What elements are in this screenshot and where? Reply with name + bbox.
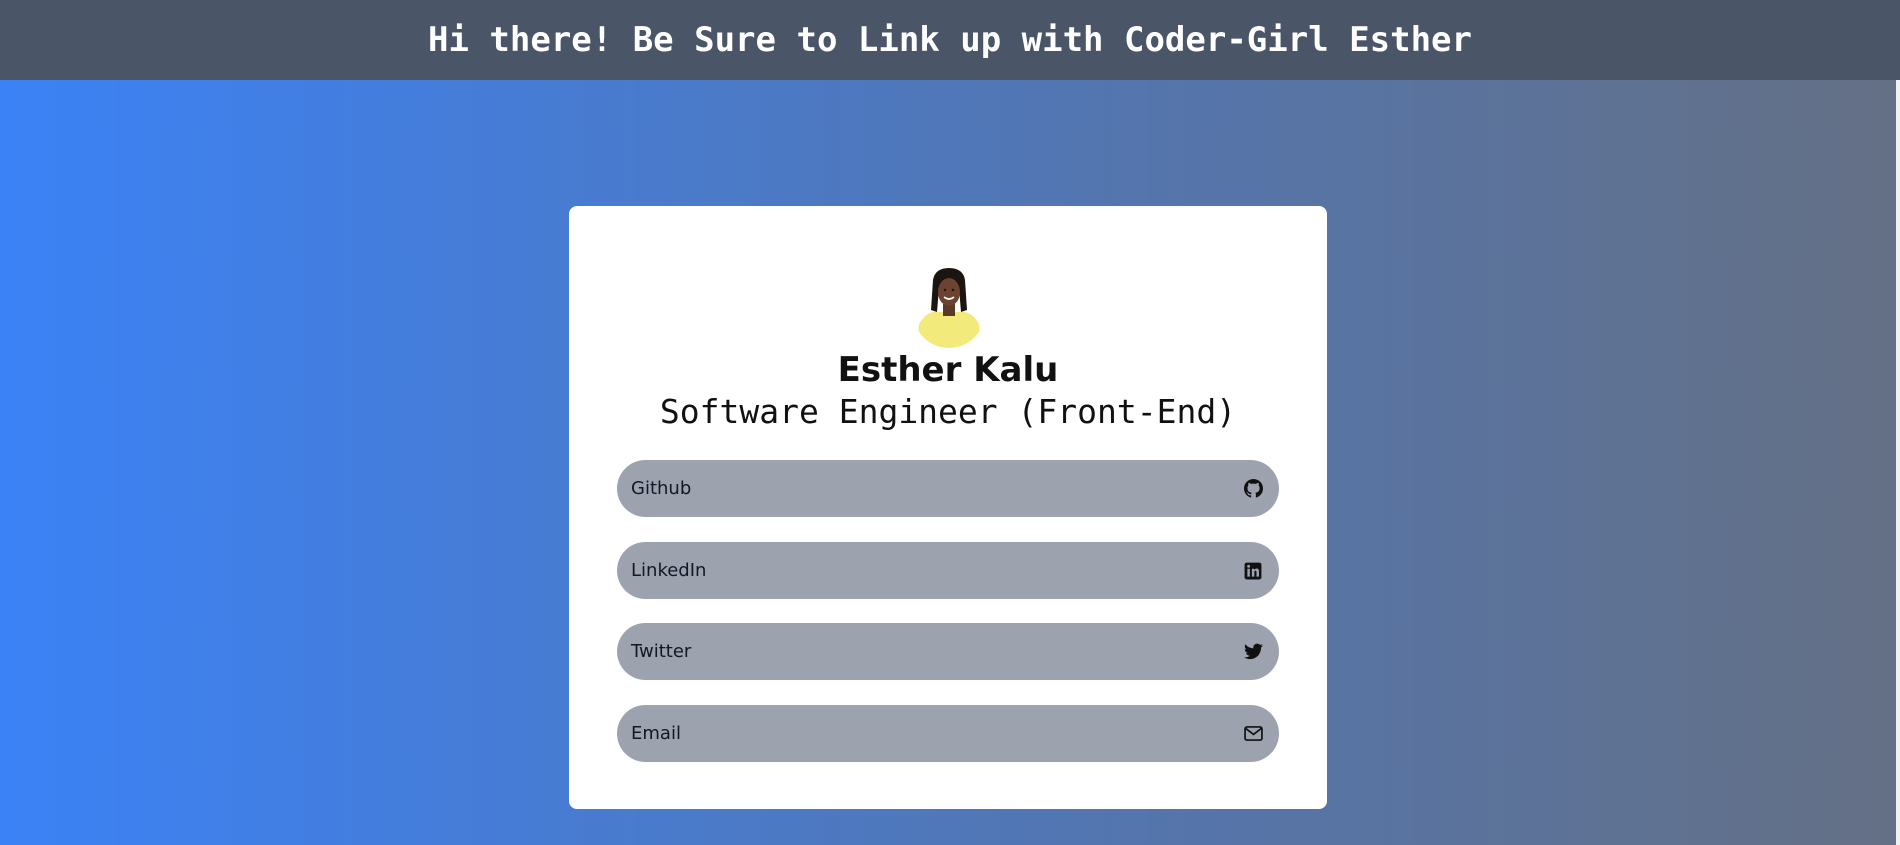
- email-link-label: Email: [631, 723, 681, 744]
- header-title: Hi there! Be Sure to Link up with Coder-…: [428, 20, 1472, 60]
- twitter-link-label: Twitter: [631, 641, 692, 662]
- avatar: [913, 266, 985, 348]
- scrollbar[interactable]: [1896, 80, 1900, 845]
- twitter-icon: [1243, 642, 1263, 662]
- linkedin-icon: [1243, 561, 1263, 581]
- twitter-link-button[interactable]: Twitter: [617, 623, 1279, 680]
- profile-name: Esther Kalu: [837, 350, 1059, 390]
- envelope-icon: [1243, 724, 1263, 744]
- email-link-button[interactable]: Email: [617, 705, 1279, 762]
- profile-role: Software Engineer (Front-End): [659, 392, 1237, 431]
- profile-card: Esther Kalu Software Engineer (Front-End…: [569, 206, 1327, 809]
- github-icon: [1243, 479, 1263, 499]
- linkedin-link-label: LinkedIn: [631, 560, 707, 581]
- github-link-label: Github: [631, 478, 692, 499]
- linkedin-link-button[interactable]: LinkedIn: [617, 542, 1279, 599]
- github-link-button[interactable]: Github: [617, 460, 1279, 517]
- page-header: Hi there! Be Sure to Link up with Coder-…: [0, 0, 1900, 80]
